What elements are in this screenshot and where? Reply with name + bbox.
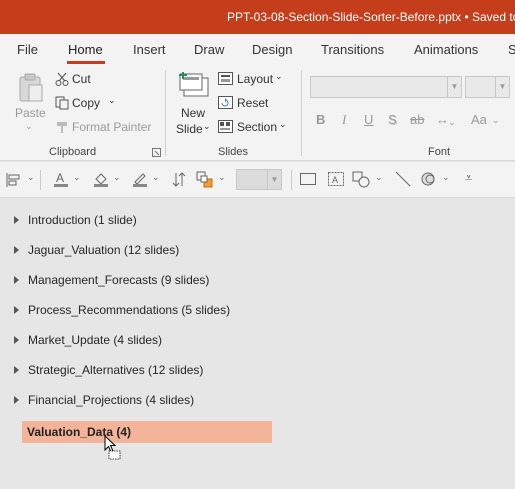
section-name: Strategic_Alternatives (12 slides) bbox=[28, 363, 204, 377]
reset-icon bbox=[218, 96, 233, 109]
document-title: PPT-03-08-Section-Slide-Sorter-Before.pp… bbox=[227, 10, 515, 24]
font-size-dropdown-icon[interactable]: ▼ bbox=[495, 77, 509, 97]
section-dropdown-icon[interactable]: ⌄ bbox=[279, 119, 287, 130]
section-name: Introduction (1 slide) bbox=[28, 213, 137, 227]
shape-outline-dropdown-icon[interactable]: ⌄ bbox=[152, 172, 160, 183]
paste-dropdown-icon[interactable]: ⌄ bbox=[25, 121, 33, 132]
customize-toolbar-icon[interactable]: ⩡ bbox=[465, 170, 472, 186]
change-case-button[interactable]: Aa bbox=[471, 112, 487, 127]
new-slide-icon bbox=[179, 72, 209, 97]
shapes-icon[interactable] bbox=[352, 171, 372, 189]
tab-draw[interactable]: Draw bbox=[194, 42, 224, 57]
layout-button[interactable]: Layout bbox=[237, 72, 273, 86]
copy-button[interactable]: Copy bbox=[72, 96, 100, 110]
dragged-section[interactable]: Valuation_Data (4) bbox=[22, 421, 272, 443]
title-bar: PPT-03-08-Section-Slide-Sorter-Before.pp… bbox=[0, 0, 515, 34]
section-icon bbox=[218, 120, 233, 133]
collapse-arrow-icon[interactable] bbox=[14, 306, 19, 314]
shapes-dropdown-icon[interactable]: ⌄ bbox=[375, 172, 383, 183]
shape-fill-icon[interactable] bbox=[93, 171, 109, 187]
cut-button[interactable]: Cut bbox=[72, 72, 91, 86]
section-name: Jaguar_Valuation (12 slides) bbox=[28, 243, 180, 257]
slide-sorter-view: Introduction (1 slide) Jaguar_Valuation … bbox=[0, 199, 515, 489]
collapse-arrow-icon[interactable] bbox=[14, 336, 19, 344]
change-case-dropdown-icon[interactable]: ⌄ bbox=[492, 115, 500, 126]
bold-button[interactable]: B bbox=[316, 112, 325, 127]
underline-button[interactable]: U bbox=[364, 112, 373, 127]
clipboard-group-label: Clipboard bbox=[49, 146, 97, 158]
copy-icon bbox=[55, 96, 69, 110]
cut-icon bbox=[55, 72, 69, 86]
slides-group-label: Slides bbox=[218, 146, 248, 158]
format-painter-icon bbox=[57, 122, 67, 133]
tab-file[interactable]: File bbox=[17, 42, 38, 57]
font-name-dropdown-icon[interactable]: ▼ bbox=[447, 77, 461, 97]
new-slide-label-2[interactable]: Slide bbox=[176, 122, 203, 136]
section-button[interactable]: Section bbox=[237, 120, 277, 134]
toolbar-divider bbox=[291, 170, 292, 190]
font-color-dropdown-icon[interactable]: ⌄ bbox=[73, 172, 81, 183]
font-color-icon[interactable]: A bbox=[53, 171, 69, 187]
collapse-arrow-icon[interactable] bbox=[14, 216, 19, 224]
toolbar-divider bbox=[40, 170, 41, 190]
text-box-icon[interactable]: A bbox=[328, 172, 344, 186]
shape-size-combobox[interactable]: ▼ bbox=[236, 169, 282, 190]
arrange-icon[interactable] bbox=[196, 171, 214, 189]
ribbon-home: Paste ⌄ Cut Copy ⌄ Format Painter Clipbo… bbox=[0, 64, 515, 161]
group-divider bbox=[301, 70, 302, 156]
copy-dropdown-icon[interactable]: ⌄ bbox=[108, 95, 116, 106]
section-name: Process_Recommendations (5 slides) bbox=[28, 303, 231, 317]
arrange-dropdown-icon[interactable]: ⌄ bbox=[218, 172, 226, 183]
rectangle-shape-icon[interactable] bbox=[300, 173, 316, 185]
section-name: Management_Forecasts (9 slides) bbox=[28, 273, 210, 287]
strikethrough-button[interactable]: ab bbox=[410, 112, 424, 127]
line-icon[interactable] bbox=[395, 171, 411, 187]
format-painter-button[interactable]: Format Painter bbox=[72, 120, 151, 134]
paste-button[interactable]: Paste bbox=[15, 106, 46, 120]
ribbon-tabs: File Home Insert Draw Design Transitions… bbox=[0, 34, 515, 64]
shape-fill-dropdown-icon[interactable]: ⌄ bbox=[113, 172, 121, 183]
collapse-arrow-icon[interactable] bbox=[14, 396, 19, 404]
move-cursor-icon bbox=[104, 435, 121, 460]
align-icon[interactable] bbox=[6, 173, 22, 187]
layout-icon bbox=[218, 72, 233, 85]
section-name: Financial_Projections (4 slides) bbox=[28, 393, 195, 407]
tab-animations[interactable]: Animations bbox=[414, 42, 478, 57]
paste-icon[interactable] bbox=[17, 72, 45, 104]
shape-outline-icon[interactable] bbox=[132, 171, 148, 187]
dialog-launcher-icon[interactable] bbox=[152, 148, 161, 157]
shape-effects-icon[interactable] bbox=[420, 171, 438, 187]
svg-text:A: A bbox=[56, 171, 64, 185]
section-name: Market_Update (4 slides) bbox=[28, 333, 163, 347]
shape-effects-dropdown-icon[interactable]: ⌄ bbox=[442, 172, 450, 183]
character-spacing-dropdown-icon[interactable]: ⌄ bbox=[448, 117, 456, 128]
layout-dropdown-icon[interactable]: ⌄ bbox=[275, 71, 283, 82]
font-name-combobox[interactable]: ▼ bbox=[310, 76, 462, 98]
tab-design[interactable]: Design bbox=[252, 42, 292, 57]
tab-insert[interactable]: Insert bbox=[133, 42, 166, 57]
shape-size-dropdown-icon[interactable]: ▼ bbox=[267, 170, 281, 189]
reset-button[interactable]: Reset bbox=[237, 96, 268, 110]
align-dropdown-icon[interactable]: ⌄ bbox=[27, 172, 35, 183]
new-slide-label-1[interactable]: New bbox=[181, 106, 205, 120]
font-group-label: Font bbox=[428, 146, 451, 158]
svg-text:A: A bbox=[332, 175, 338, 185]
sort-icon[interactable] bbox=[172, 172, 186, 188]
collapse-arrow-icon[interactable] bbox=[14, 366, 19, 374]
italic-button[interactable]: I bbox=[342, 112, 346, 128]
new-slide-dropdown-icon[interactable]: ⌄ bbox=[203, 121, 211, 132]
group-divider bbox=[165, 70, 166, 156]
tab-transitions[interactable]: Transitions bbox=[321, 42, 384, 57]
collapse-arrow-icon[interactable] bbox=[14, 276, 19, 284]
collapse-arrow-icon[interactable] bbox=[14, 246, 19, 254]
drawing-toolbar: ⌄ A ⌄ ⌄ ⌄ ⌄ ▼ A ⌄ ⌄ ⩡ bbox=[0, 162, 515, 198]
shadow-button[interactable]: S bbox=[388, 112, 397, 127]
tab-home[interactable]: Home bbox=[68, 42, 103, 57]
tab-slideshow[interactable]: S bbox=[508, 42, 515, 57]
font-size-combobox[interactable]: ▼ bbox=[465, 76, 510, 98]
